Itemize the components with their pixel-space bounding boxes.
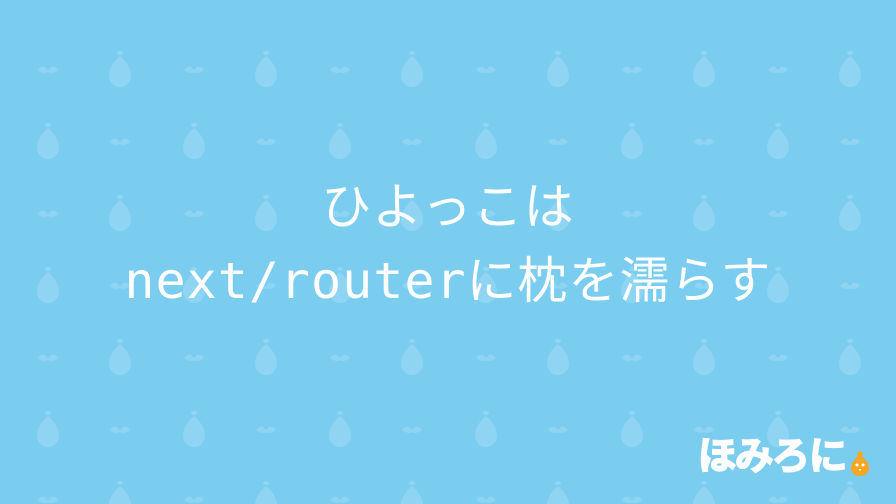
pattern-leaf bbox=[694, 138, 714, 145]
pattern-leaf bbox=[256, 138, 276, 145]
pattern-drop bbox=[329, 122, 351, 159]
pattern-drop bbox=[109, 338, 131, 375]
pattern-leaf bbox=[110, 138, 130, 145]
pattern-leaf bbox=[694, 426, 714, 433]
pattern-drop bbox=[255, 480, 277, 504]
pattern-leaf bbox=[476, 66, 496, 73]
pattern-drop bbox=[621, 410, 643, 447]
pattern-leaf bbox=[768, 354, 788, 361]
pattern-drop bbox=[839, 480, 861, 504]
headline-line-1: ひよっこは bbox=[321, 178, 575, 236]
pattern-drop bbox=[693, 480, 715, 504]
pattern-leaf bbox=[402, 426, 422, 433]
pattern-leaf bbox=[840, 426, 860, 433]
pattern-drop bbox=[547, 338, 569, 375]
pattern-leaf bbox=[330, 66, 350, 73]
pattern-drop bbox=[255, 50, 277, 87]
chick-icon bbox=[851, 451, 869, 476]
pattern-leaf bbox=[38, 66, 58, 73]
pattern-leaf bbox=[110, 426, 130, 433]
pattern-leaf bbox=[402, 138, 422, 145]
pattern-drop bbox=[839, 338, 861, 375]
logo-wordmark: ほみろに bbox=[697, 434, 848, 478]
pattern-drop bbox=[621, 122, 643, 159]
site-logo[interactable]: ほみろに bbox=[697, 434, 870, 478]
pattern-leaf bbox=[476, 496, 496, 503]
pattern-leaf bbox=[622, 354, 642, 361]
pattern-drop bbox=[475, 410, 497, 447]
pattern-leaf bbox=[330, 354, 350, 361]
headline: ひよっこは next/routerに枕を濡らす bbox=[0, 170, 896, 318]
pattern-drop bbox=[401, 480, 423, 504]
pattern-leaf bbox=[38, 496, 58, 503]
pattern-leaf bbox=[184, 66, 204, 73]
pattern-drop bbox=[109, 480, 131, 504]
pattern-drop bbox=[255, 338, 277, 375]
pattern-leaf bbox=[548, 426, 568, 433]
pattern-drop bbox=[183, 122, 205, 159]
pattern-drop bbox=[37, 122, 59, 159]
pattern-drop bbox=[329, 410, 351, 447]
pattern-drop bbox=[183, 410, 205, 447]
pattern-drop bbox=[547, 480, 569, 504]
pattern-drop bbox=[547, 50, 569, 87]
pattern-leaf bbox=[622, 66, 642, 73]
pattern-leaf bbox=[184, 496, 204, 503]
pattern-leaf bbox=[330, 496, 350, 503]
pattern-drop bbox=[475, 122, 497, 159]
pattern-drop bbox=[401, 338, 423, 375]
pattern-drop bbox=[401, 50, 423, 87]
headline-line-2: next/routerに枕を濡らす bbox=[124, 252, 772, 310]
pattern-leaf bbox=[622, 496, 642, 503]
pattern-drop bbox=[839, 50, 861, 87]
pattern-leaf bbox=[768, 66, 788, 73]
pattern-leaf bbox=[548, 138, 568, 145]
pattern-leaf bbox=[840, 138, 860, 145]
pattern-drop bbox=[767, 122, 789, 159]
pattern-drop bbox=[37, 410, 59, 447]
pattern-leaf bbox=[256, 426, 276, 433]
pattern-leaf bbox=[38, 354, 58, 361]
pattern-leaf bbox=[184, 354, 204, 361]
pattern-drop bbox=[693, 338, 715, 375]
pattern-drop bbox=[109, 50, 131, 87]
pattern-drop bbox=[693, 50, 715, 87]
pattern-leaf bbox=[768, 496, 788, 503]
pattern-leaf bbox=[476, 354, 496, 361]
